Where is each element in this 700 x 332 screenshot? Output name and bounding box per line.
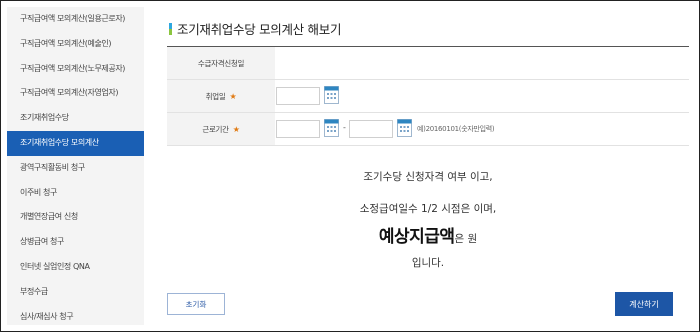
sidebar-item-online-qna[interactable]: 인터넷 실업인정 QNA [7, 255, 144, 280]
sidebar-item-fraud[interactable]: 부정수급 [7, 280, 144, 305]
required-mark: ★ [229, 91, 237, 101]
sidebar-item-artist-calc[interactable]: 구직급여액 모의계산(예술인) [7, 32, 144, 57]
calculate-button[interactable]: 계산하기 [615, 292, 673, 316]
sidebar-item-sickness-benefit[interactable]: 상병급여 청구 [7, 230, 144, 255]
sidebar-item-labor-provider-calc[interactable]: 구직급여액 모의계산(노무제공자) [7, 57, 144, 82]
work-period-label: 근로기간 ★ [167, 113, 275, 145]
sidebar-item-extended-benefit[interactable]: 개별연장급여 신청 [7, 205, 144, 230]
sidebar-item-appeal[interactable]: 심사/재심사 청구 [7, 305, 144, 325]
sidebar-item-daily-worker-calc[interactable]: 구직급여액 모의계산(일용근로자) [7, 7, 144, 32]
result-expected-amount: 예상지급액은 원 [167, 222, 689, 247]
form-row-employment-date: 취업일 ★ [167, 80, 689, 113]
result-benefit-days-text: 소정급여일수 1/2 시점은 이며, [359, 203, 497, 215]
form-row-applicant-date: 수급자격신청일 [167, 47, 689, 80]
reset-button[interactable]: 초기화 [167, 293, 225, 315]
calendar-icon[interactable] [397, 119, 412, 137]
expected-amount-heading: 예상지급액 [378, 227, 455, 247]
sidebar-item-relocation-expense[interactable]: 이주비 청구 [7, 181, 144, 206]
period-end-input[interactable] [349, 120, 393, 138]
page-title-wrap: 조기재취업수당 모의계산 해보기 [169, 19, 341, 38]
employment-date-input[interactable] [276, 87, 320, 105]
sidebar-menu: 구직급여액 모의계산(일용근로자) 구직급여액 모의계산(예술인) 구직급여액 … [7, 7, 144, 325]
period-start-input[interactable] [276, 120, 320, 138]
sidebar-item-early-reemployment[interactable]: 조기재취업수당 [7, 106, 144, 131]
result-closing-text: 입니다. [411, 257, 445, 269]
date-format-hint: 예)20160101(숫자만입력) [417, 125, 495, 133]
page-title: 조기재취업수당 모의계산 해보기 [177, 22, 342, 37]
applicant-date-label: 수급자격신청일 [167, 47, 275, 79]
result-eligibility-text: 조기수당 신청자격 여부 이고, [363, 171, 493, 183]
expected-amount-value: 은 원 [454, 233, 478, 245]
form-row-work-period: 근로기간 ★ - 예)20160101(숫자만입력) [167, 113, 689, 146]
calendar-icon[interactable] [324, 86, 339, 104]
title-accent-bar [169, 22, 172, 35]
period-separator: - [343, 123, 346, 132]
sidebar-item-job-search-expense[interactable]: 광역구직활동비 청구 [7, 156, 144, 181]
employment-date-label: 취업일 ★ [167, 80, 275, 112]
sidebar-item-early-reemployment-calc[interactable]: 조기재취업수당 모의계산 [7, 130, 144, 156]
required-mark: ★ [232, 124, 240, 134]
main-content: 조기재취업수당 모의계산 해보기 수급자격신청일 취업일 ★ 근로기간 ★ - … [151, 7, 691, 325]
window-frame: 구직급여액 모의계산(일용근로자) 구직급여액 모의계산(예술인) 구직급여액 … [0, 0, 700, 332]
calendar-icon[interactable] [324, 119, 339, 137]
sidebar-item-self-employed-calc[interactable]: 구직급여액 모의계산(자영업자) [7, 81, 144, 106]
